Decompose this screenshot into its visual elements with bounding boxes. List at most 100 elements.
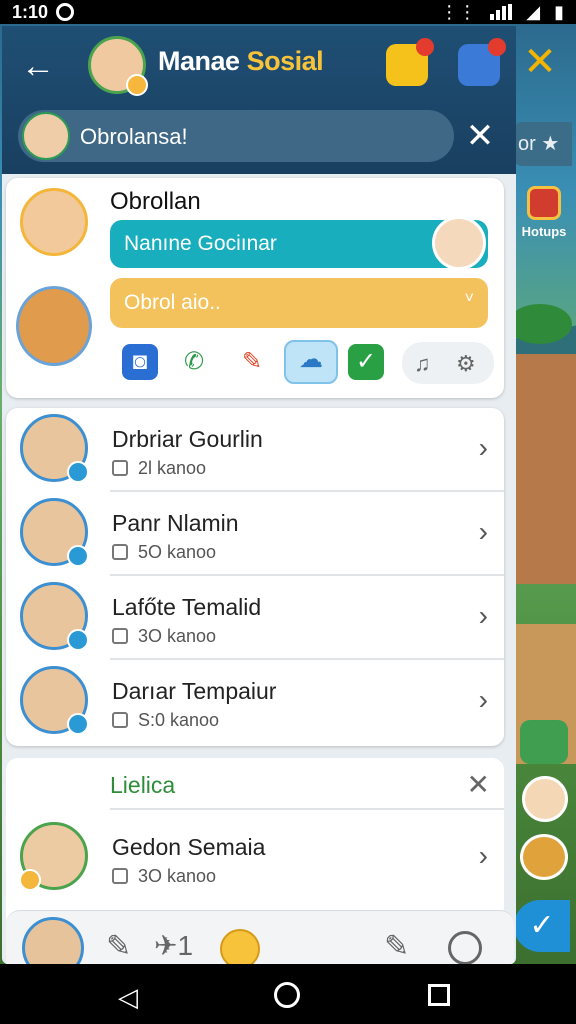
friend-row[interactable]: Lafőte Temalid 3O kanoo › [6, 576, 504, 660]
chat-notifications-button[interactable] [386, 38, 434, 86]
status-icons: ⋮⋮ ◢ ▮ [440, 2, 564, 23]
friend-meta-text: 5O kanoo [138, 542, 217, 562]
notification-dot [488, 38, 506, 56]
avatar [20, 498, 89, 567]
phone-icon[interactable]: ✆ [176, 344, 212, 380]
notification-icon [56, 3, 75, 21]
friend-name: Drbriar Gourlin [112, 426, 263, 452]
house [506, 354, 576, 584]
list-item[interactable]: Gedon Semaia 3O kanoo › [6, 816, 504, 900]
shield-icon [112, 460, 128, 476]
list-item-meta: 3O kanoo [112, 866, 216, 887]
avatar [20, 666, 89, 735]
chat-avatar-girl[interactable] [20, 188, 88, 256]
divider [110, 808, 504, 810]
lists-title: Lielica [110, 772, 176, 798]
chevron-right-icon: › [478, 840, 488, 871]
status-badge [19, 869, 41, 891]
sticker-icon[interactable]: ◙ [122, 344, 158, 380]
pen-icon[interactable]: ✎ [106, 929, 131, 964]
chat-bubble-icon[interactable] [448, 931, 482, 964]
status-bar: 1:10 ⋮⋮ ◢ ▮ [0, 0, 576, 24]
status-time: 1:10 [12, 1, 49, 22]
pin-icon: ✈ [154, 930, 178, 961]
avatar [19, 822, 88, 891]
status-badge [67, 545, 89, 567]
friend-name: Panr Nlamin [112, 510, 239, 536]
checkbox-icon [112, 544, 128, 560]
chat-yellow-text: Obrol aio.. [124, 291, 221, 314]
chat-teal-pill[interactable]: Nanıne Gociınar [110, 216, 488, 270]
panel-header: ← Manae Sosial Obrolansa! ✕ [2, 26, 516, 174]
palm-tree [508, 304, 572, 344]
friend-meta-text: S:0 kanoo [138, 710, 220, 730]
battery-icon: ▮ [554, 1, 564, 22]
gear-icon[interactable]: ⚙ [456, 346, 476, 382]
nav-home-icon[interactable] [274, 982, 300, 1008]
back-arrow-icon[interactable]: ← [16, 44, 60, 88]
mail-icon [112, 868, 128, 884]
friend-meta-text: 2Ɩ kanoo [138, 458, 207, 478]
chat-avatar-mascot[interactable] [16, 286, 92, 366]
emoji-icon[interactable] [220, 929, 260, 964]
chat-toolbar: ◙ ✆ ✎ ☁ ✓ ♫ ⚙ [116, 340, 494, 386]
mail-icon [112, 712, 128, 728]
side-avatar[interactable] [522, 776, 568, 822]
cloud-icon[interactable]: ☁ [284, 340, 338, 384]
lists-section: Lielica ✕ Gedon Semaia 3O kanoo › [6, 758, 504, 928]
basket-icon[interactable] [520, 720, 568, 764]
friend-name: Lafőte Temalid [112, 594, 262, 620]
status-badge [67, 629, 89, 651]
friend-list: Drbriar Gourlin 2Ɩ kanoo › Panr Nlamin 5… [6, 408, 504, 746]
mail-icon [112, 628, 128, 644]
food-icon[interactable] [520, 834, 568, 880]
signal-icon [490, 4, 513, 20]
friend-meta: 3O kanoo [112, 626, 216, 647]
chat-card: Obrollan Nanıne Gociınar Obrol aio.. ˅ ◙… [6, 178, 504, 398]
header-avatar-badge [126, 74, 148, 96]
bottom-action-bar: ✎ ✈1 ✎ [6, 910, 514, 964]
friend-meta: 5O kanoo [112, 542, 216, 563]
nav-recents-icon[interactable] [428, 984, 450, 1006]
search-avatar [22, 112, 70, 160]
chevron-right-icon: › [478, 600, 488, 631]
notification-dot [416, 38, 434, 56]
side-star-button[interactable]: or ★ [514, 122, 572, 166]
pin-button[interactable]: ✈1 [154, 929, 193, 962]
status-badge [67, 461, 89, 483]
close-icon[interactable]: ✕ [467, 768, 490, 801]
chat-card-name: Obrollan [110, 188, 201, 215]
friend-meta: S:0 kanoo [112, 710, 219, 731]
friend-name: Darıar Tempaiur [112, 678, 277, 704]
close-search-icon[interactable]: ✕ [458, 114, 502, 158]
search-input[interactable]: Obrolansa! [18, 110, 454, 162]
group-notifications-button[interactable] [458, 38, 506, 86]
confirm-check-icon[interactable]: ✓ [514, 900, 570, 952]
check-icon[interactable]: ✓ [348, 344, 384, 380]
bell-icon[interactable]: ♫ [414, 346, 431, 382]
chat-message-dropdown[interactable]: Obrol aio.. ˅ [110, 278, 488, 328]
chat-teal-text: Nanıne Gociınar [124, 232, 277, 255]
side-tasks-button[interactable]: Hotups [516, 186, 572, 239]
chevron-right-icon: › [478, 516, 488, 547]
page-title-part1: Manae [158, 46, 240, 76]
tasks-icon [527, 186, 561, 220]
nav-back-icon[interactable]: ◁ [118, 982, 138, 1013]
search-value: Obrolansa! [80, 124, 188, 149]
chevron-down-icon: ˅ [464, 290, 474, 307]
chat-teal-avatar [432, 216, 486, 270]
attach-icon[interactable]: ✎ [384, 929, 409, 964]
friend-row[interactable]: Panr Nlamin 5O kanoo › [6, 492, 504, 576]
close-game-icon[interactable]: ✕ [518, 40, 562, 84]
pencil-icon[interactable]: ✎ [234, 344, 270, 380]
chat-settings-group: ♫ ⚙ [402, 342, 494, 384]
list-item-meta-text: 3O kanoo [138, 866, 217, 886]
pin-count: 1 [177, 930, 194, 961]
wifi-icon: ◢ [526, 1, 541, 22]
friend-meta-text: 3O kanoo [138, 626, 217, 646]
friend-row[interactable]: Drbriar Gourlin 2Ɩ kanoo › [6, 408, 504, 492]
friend-row[interactable]: Darıar Tempaiur S:0 kanoo › [6, 660, 504, 744]
chevron-right-icon: › [478, 432, 488, 463]
my-avatar[interactable] [22, 917, 84, 964]
social-panel: ← Manae Sosial Obrolansa! ✕ Obrollan Nan… [2, 26, 516, 964]
